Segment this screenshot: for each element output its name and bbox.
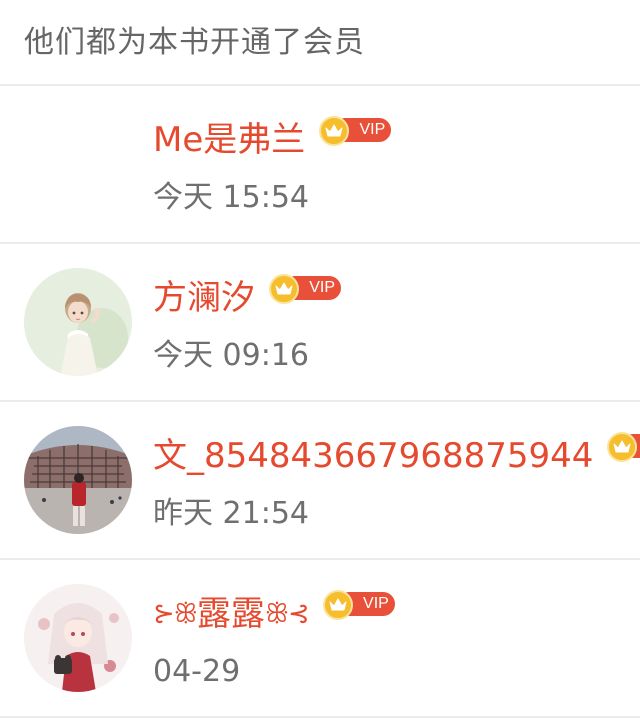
member-name-line: 文_854843667968875944 VIP <box>153 432 640 476</box>
avatar[interactable] <box>24 584 132 692</box>
member-name-line: ⊱ꕥ 露露 ꕥ⊰ VIP <box>153 590 395 634</box>
vip-badge: VIP <box>322 590 395 620</box>
member-time: 今天 15:54 <box>153 180 309 215</box>
member-name-text: 露露 <box>196 594 265 634</box>
crown-icon <box>322 590 353 620</box>
member-row[interactable]: Me是弗兰 VIP 今天 15:54 <box>0 86 640 244</box>
page-title: 他们都为本书开通了会员 <box>24 25 365 60</box>
crown-icon <box>269 274 299 304</box>
members-header: 他们都为本书开通了会员 <box>0 0 640 86</box>
member-row[interactable]: 方澜汐 VIP 今天 09:16 <box>0 244 640 402</box>
avatar[interactable] <box>24 268 132 376</box>
member-name[interactable]: ⊱ꕥ 露露 ꕥ⊰ <box>153 594 310 634</box>
name-decoration-left: ⊱ꕥ <box>153 598 198 629</box>
name-decoration-right: ꕥ⊰ <box>264 598 310 629</box>
member-name-line: 方澜汐 VIP <box>153 274 341 318</box>
vip-badge: VIP <box>319 116 392 146</box>
vip-badge: VIP <box>269 274 341 304</box>
member-time: 昨天 21:54 <box>153 496 309 531</box>
member-name[interactable]: 文_854843667968875944 <box>153 436 593 476</box>
vip-members-page: 他们都为本书开通了会员 Me是弗兰 VIP 今天 15:54 方澜汐 VIP 今… <box>0 0 640 719</box>
member-row[interactable]: 文_854843667968875944 VIP 昨天 21:54 <box>0 402 640 560</box>
member-name[interactable]: Me是弗兰 <box>153 120 305 160</box>
vip-badge: VIP <box>607 432 640 462</box>
member-name-line: Me是弗兰 VIP <box>153 116 392 160</box>
avatar[interactable] <box>24 426 132 534</box>
member-name[interactable]: 方澜汐 <box>153 278 255 318</box>
member-row[interactable]: ⊱ꕥ 露露 ꕥ⊰ VIP 04-29 <box>0 560 640 718</box>
member-time: 今天 09:16 <box>153 338 309 373</box>
member-time: 04-29 <box>153 654 241 689</box>
